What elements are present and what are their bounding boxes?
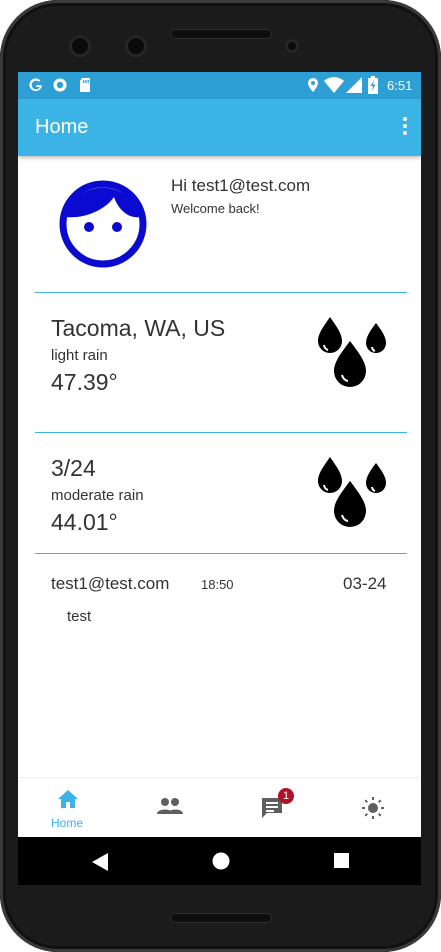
nav-item-home[interactable]: Home (18, 778, 118, 837)
message-sender: test1@test.com (51, 574, 170, 593)
location-icon (308, 78, 318, 92)
wifi-icon (324, 77, 344, 93)
rain-drops-icon (318, 457, 386, 527)
nav-item-chat[interactable]: 1 (221, 778, 321, 837)
rain-drops-icon (318, 317, 386, 387)
proximity-sensor (285, 39, 299, 53)
app-screen: 6:51 Home Hi test1@test.com Welcome back… (18, 72, 421, 837)
sync-circle-icon (53, 78, 67, 92)
message-item[interactable]: test1@test.com 18:50 03-24 test (18, 554, 421, 634)
message-time: 18:50 (201, 577, 234, 592)
nav-item-brightness[interactable] (321, 778, 421, 837)
back-icon[interactable] (92, 853, 108, 871)
message-body: test (67, 608, 92, 625)
weather-condition: light rain (51, 347, 108, 364)
front-sensor (125, 35, 147, 57)
app-bar: Home (18, 99, 421, 156)
bottom-speaker (170, 913, 272, 923)
recents-icon[interactable] (334, 853, 349, 868)
google-icon (29, 78, 42, 92)
weather-date: 3/24 (51, 455, 96, 481)
brightness-icon (362, 797, 384, 819)
welcome-text: Welcome back! (171, 201, 260, 216)
home-button-icon[interactable] (212, 852, 230, 870)
bottom-navigation: Home 1 (18, 777, 421, 837)
system-navigation-bar (18, 837, 421, 885)
signal-icon (346, 77, 362, 93)
weather-location: Tacoma, WA, US (51, 315, 226, 341)
unread-count: 1 (282, 790, 290, 802)
weather-temperature: 47.39° (51, 369, 118, 395)
weather-card[interactable]: 3/24 moderate rain 44.01° (18, 433, 421, 553)
weather-temperature: 44.01° (51, 509, 118, 535)
weather-condition: moderate rain (51, 487, 144, 504)
sd-card-icon (80, 78, 90, 92)
face-icon (59, 180, 147, 268)
home-icon (58, 790, 78, 808)
nav-item-people[interactable] (120, 778, 220, 837)
page-title: Home (35, 116, 89, 138)
battery-charging-icon (368, 76, 378, 94)
weather-card[interactable]: Tacoma, WA, US light rain 47.39° (18, 293, 421, 432)
front-camera (69, 35, 91, 57)
people-icon (157, 798, 183, 814)
unread-badge: 1 (278, 788, 294, 804)
overflow-menu-icon[interactable] (401, 117, 409, 137)
greeting-text: Hi test1@test.com (171, 176, 311, 195)
earpiece-speaker (170, 29, 272, 39)
status-time: 6:51 (387, 78, 413, 93)
status-bar: 6:51 (18, 72, 421, 99)
message-date: 03-24 (343, 574, 387, 593)
nav-label-home: Home (51, 816, 84, 830)
